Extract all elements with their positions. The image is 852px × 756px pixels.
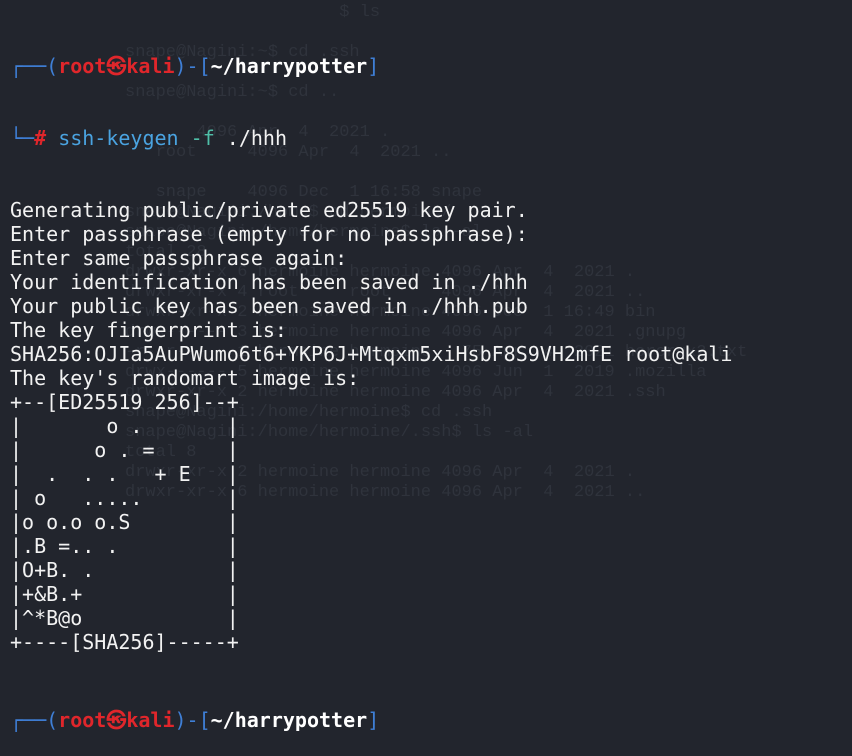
output-line: Generating public/private ed25519 key pa… <box>10 198 528 222</box>
prompt-corner-bottom: └─ <box>10 126 35 150</box>
output-line: SHA256:OJIa5AuPWumo6t6+YKP6J+Mtqxm5xiHsb… <box>10 342 733 366</box>
next-prompt-line: ┌──(root㉿kali)-[~/harrypotter] <box>10 708 732 732</box>
output-line: The key's randomart image is: <box>10 366 360 390</box>
randomart-line: +--[ED25519 256]--+ <box>10 390 239 414</box>
randomart-line: |.B =.. . | <box>10 534 239 558</box>
randomart-line: +----[SHA256]-----+ <box>10 630 239 654</box>
output-line: Enter same passphrase again: <box>10 246 348 270</box>
prompt-host: kali <box>126 708 175 732</box>
terminal[interactable]: ┌──(root㉿kali)-[~/harrypotter] └─# ssh-k… <box>10 6 732 756</box>
prompt-close: ] <box>367 708 380 732</box>
skull-icon: ㉿ <box>106 54 127 78</box>
command-flag: -f <box>190 126 215 150</box>
output-line: Enter passphrase (empty for no passphras… <box>10 222 528 246</box>
randomart-line: |O+B. . | <box>10 558 239 582</box>
randomart-line: | o . | <box>10 414 239 438</box>
randomart-line: |+&B.+ | <box>10 582 239 606</box>
randomart-line: | o ..... | <box>10 486 239 510</box>
prompt-host: kali <box>126 54 175 78</box>
prompt-user: root <box>58 54 107 78</box>
prompt-path: ~/harrypotter <box>210 54 368 78</box>
prompt-symbol: # <box>34 126 47 150</box>
command-name: ssh-keygen <box>58 126 179 150</box>
output-line: The key fingerprint is: <box>10 318 287 342</box>
command-arg: ./hhh <box>226 126 288 150</box>
prompt-line: ┌──(root㉿kali)-[~/harrypotter] <box>10 54 732 78</box>
output-line: Your identification has been saved in ./… <box>10 270 528 294</box>
randomart-line: | o . = | <box>10 438 239 462</box>
skull-icon: ㉿ <box>106 708 127 732</box>
randomart-line: | . . . + E | <box>10 462 239 486</box>
output-line: Your public key has been saved in ./hhh.… <box>10 294 528 318</box>
prompt-close: ] <box>367 54 380 78</box>
prompt-path: ~/harrypotter <box>210 708 368 732</box>
prompt-user: root <box>58 708 107 732</box>
prompt-separator: )-[ <box>174 54 211 78</box>
prompt-separator: )-[ <box>174 708 211 732</box>
prompt-corner: ┌──( <box>10 54 59 78</box>
randomart-line: |o o.o o.S | <box>10 510 239 534</box>
command-line: └─# ssh-keygen -f ./hhh <box>10 126 732 150</box>
prompt-corner: ┌──( <box>10 708 59 732</box>
randomart-line: |^*B@o | <box>10 606 239 630</box>
command-output: Generating public/private ed25519 key pa… <box>10 198 732 654</box>
